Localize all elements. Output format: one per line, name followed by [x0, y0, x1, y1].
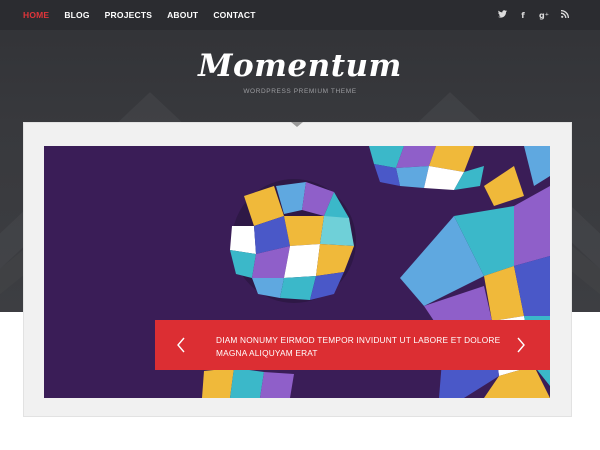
nav-item-contact[interactable]: CONTACT: [213, 10, 255, 20]
rss-icon[interactable]: [560, 9, 570, 20]
top-navigation: HOME BLOG PROJECTS ABOUT CONTACT f g⁺: [0, 0, 600, 30]
main-menu: HOME BLOG PROJECTS ABOUT CONTACT: [23, 0, 271, 30]
slide-caption: DIAM NONUMY EIRMOD TEMPOR INVIDUNT UT LA…: [155, 320, 550, 370]
twitter-icon[interactable]: [497, 10, 507, 20]
frame-notch: [291, 122, 303, 127]
nav-item-blog[interactable]: BLOG: [64, 10, 89, 20]
site-tagline: WORDPRESS PREMIUM THEME: [243, 88, 357, 95]
nav-item-home[interactable]: HOME: [23, 10, 49, 20]
chevron-left-icon[interactable]: [175, 336, 187, 354]
facebook-icon[interactable]: f: [518, 11, 528, 20]
chevron-right-icon[interactable]: [515, 336, 527, 354]
caption-text: DIAM NONUMY EIRMOD TEMPOR INVIDUNT UT LA…: [216, 334, 516, 359]
caption-line-2: MAGNA ALIQUYAM ERAT: [216, 347, 318, 358]
site-logo[interactable]: Momentum: [0, 48, 600, 84]
caption-line-1: DIAM NONUMY EIRMOD TEMPOR INVIDUNT UT LA…: [216, 335, 501, 345]
social-links: f g⁺: [486, 0, 570, 30]
google-plus-icon[interactable]: g⁺: [539, 11, 549, 20]
nav-item-about[interactable]: ABOUT: [167, 10, 198, 20]
nav-item-projects[interactable]: PROJECTS: [105, 10, 152, 20]
